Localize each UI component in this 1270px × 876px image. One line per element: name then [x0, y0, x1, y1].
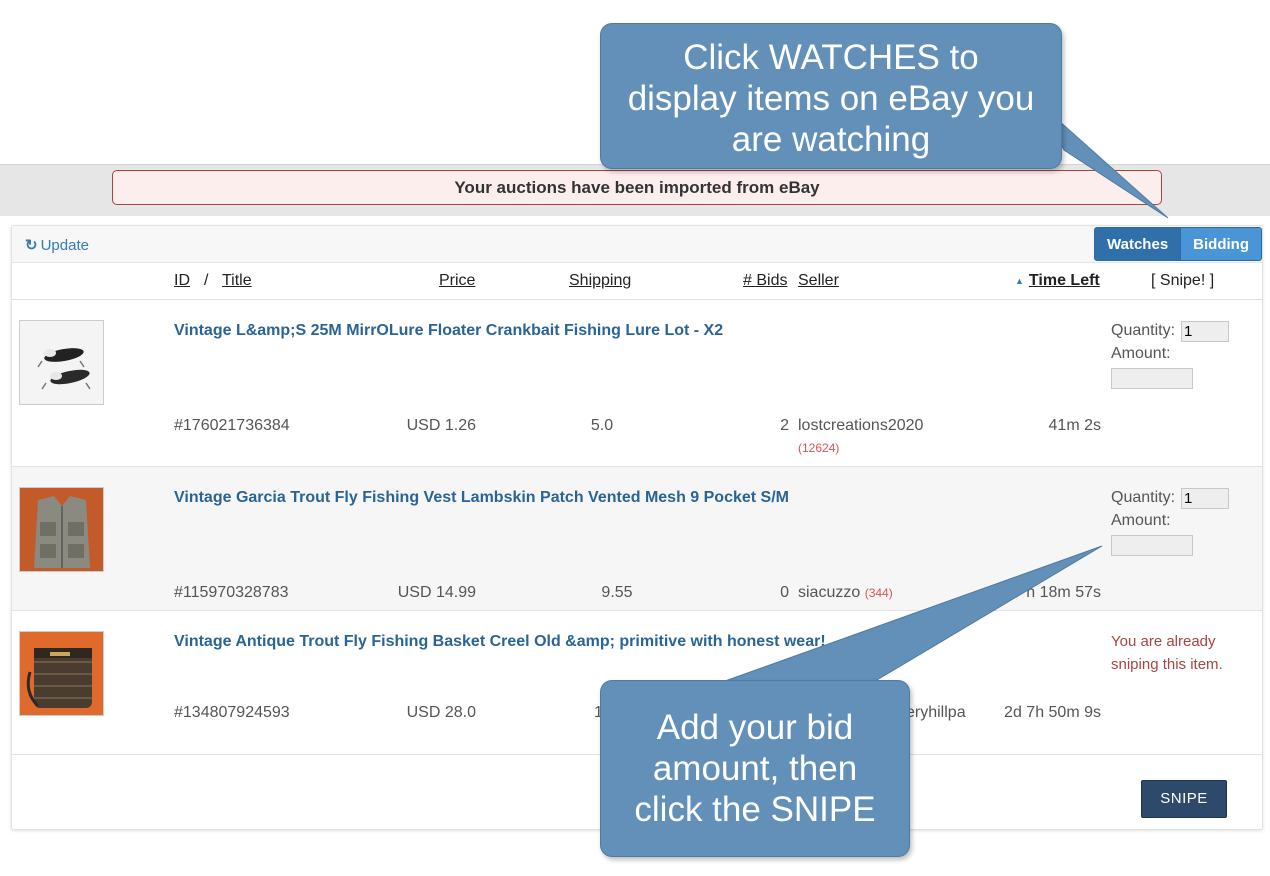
- item-id: #134807924593: [174, 704, 290, 721]
- column-seller[interactable]: Seller: [798, 272, 839, 290]
- column-bids[interactable]: # Bids: [743, 272, 787, 290]
- amount-label: Amount:: [1111, 345, 1171, 362]
- refresh-icon: ↻: [25, 237, 38, 254]
- already-sniping-status: You are already sniping this item.: [1111, 633, 1223, 673]
- item-title-link[interactable]: Vintage Antique Trout Fly Fishing Basket…: [174, 633, 826, 651]
- item-thumbnail[interactable]: [19, 631, 104, 716]
- table-row: Vintage L&amp;S 25M MirrOLure Floater Cr…: [12, 300, 1262, 467]
- column-shipping[interactable]: Shipping: [569, 272, 631, 290]
- column-separator: /: [204, 272, 209, 289]
- callout-line: are watching: [731, 120, 931, 159]
- quantity-label: Quantity:: [1111, 489, 1176, 506]
- column-title[interactable]: Title: [222, 272, 252, 290]
- seller-feedback: (12624): [798, 441, 840, 455]
- tab-bidding[interactable]: Bidding: [1181, 227, 1262, 261]
- table-header: ID / Title Price Shipping # Bids Seller …: [12, 263, 1262, 300]
- column-id[interactable]: ID: [174, 272, 190, 290]
- column-snipe: [ Snipe! ]: [1151, 272, 1215, 289]
- item-thumbnail[interactable]: [19, 487, 104, 572]
- item-bids: 0: [780, 584, 789, 601]
- callout-line: Click WATCHES to: [683, 38, 979, 77]
- callout-line: Add your bid: [656, 708, 854, 747]
- item-shipping: 9.55: [601, 584, 633, 601]
- panel-toolbar: ↻ Update Watches Bidding: [12, 226, 1262, 263]
- item-time-left: h 18m 57s: [1026, 584, 1101, 601]
- item-title-link[interactable]: Vintage L&amp;S 25M MirrOLure Floater Cr…: [174, 322, 723, 340]
- item-seller-group: siacuzzo (344): [798, 584, 893, 602]
- item-time-left: 41m 2s: [1048, 417, 1101, 434]
- item-seller[interactable]: eryhillpa: [906, 704, 966, 722]
- table-row: Vintage Garcia Trout Fly Fishing Vest La…: [12, 467, 1262, 611]
- item-title-link[interactable]: Vintage Garcia Trout Fly Fishing Vest La…: [174, 489, 789, 507]
- view-toggle: Watches Bidding: [1094, 227, 1262, 261]
- sort-ascending-icon: ▲: [1015, 275, 1024, 286]
- item-shipping: 5.0: [590, 417, 614, 434]
- watches-callout: Click WATCHES to display items on eBay y…: [600, 23, 1062, 169]
- column-time-left[interactable]: ▲ Time Left: [1015, 272, 1100, 290]
- quantity-input[interactable]: [1181, 488, 1229, 509]
- amount-input[interactable]: [1111, 368, 1193, 389]
- update-label: Update: [40, 237, 89, 254]
- column-price[interactable]: Price: [439, 272, 475, 290]
- amount-input[interactable]: [1111, 535, 1193, 556]
- item-price: USD 14.99: [397, 584, 476, 601]
- item-id: #115970328783: [174, 584, 289, 601]
- quantity-input[interactable]: [1181, 321, 1229, 342]
- item-time-left: 2d 7h 50m 9s: [1004, 704, 1101, 721]
- import-alert: Your auctions have been imported from eB…: [112, 170, 1162, 205]
- item-id: #176021736384: [174, 417, 290, 434]
- callout-line: display items on eBay you: [627, 79, 1035, 118]
- quantity-label: Quantity:: [1111, 322, 1176, 339]
- seller-feedback: (344): [864, 586, 893, 600]
- item-bids: 2: [780, 417, 789, 434]
- item-price: USD 1.26: [406, 417, 476, 434]
- snipe-callout: Add your bid amount, then click the SNIP…: [600, 680, 910, 857]
- item-price: USD 28.0: [406, 704, 476, 721]
- snipe-button[interactable]: SNIPE: [1141, 780, 1227, 818]
- callout-line: click the SNIPE: [634, 790, 876, 829]
- item-seller[interactable]: siacuzzo: [798, 584, 860, 601]
- item-seller[interactable]: lostcreations2020: [798, 417, 923, 435]
- item-thumbnail[interactable]: [19, 320, 104, 405]
- amount-label: Amount:: [1111, 512, 1171, 529]
- update-button[interactable]: ↻ Update: [25, 236, 89, 254]
- callout-line: amount, then: [652, 749, 858, 788]
- tab-watches[interactable]: Watches: [1094, 227, 1182, 261]
